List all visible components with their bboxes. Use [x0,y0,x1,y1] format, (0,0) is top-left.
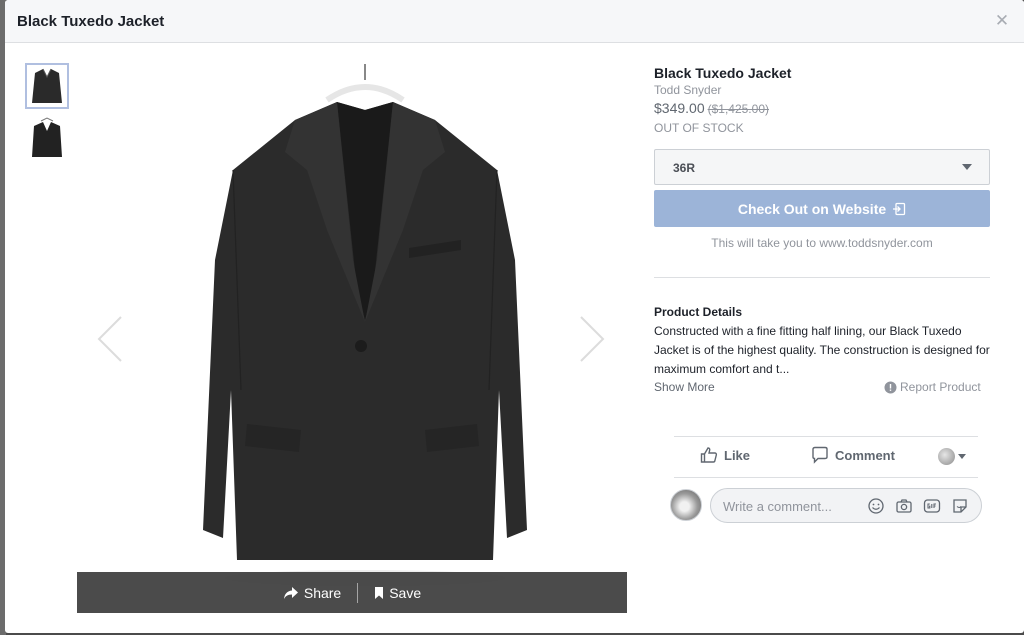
comment-button[interactable]: Comment [811,446,895,464]
size-selected-value: 36R [673,161,696,175]
report-product-link[interactable]: Report Product [884,380,981,394]
product-info-panel: Black Tuxedo Jacket Todd Snyder $349.00(… [654,0,992,633]
chevron-down-icon [962,164,972,170]
jacket-thumbnail-image [32,117,62,157]
image-action-bar: Share Save [77,572,627,613]
section-divider [654,277,990,278]
checkout-label: Check Out on Website [737,200,887,217]
thumbnail-1[interactable] [25,63,69,109]
price-row: $349.00 ($1,425.00) [654,100,769,116]
share-label: Share [303,584,342,601]
product-brand[interactable]: Todd Snyder [654,83,721,97]
avatar [670,489,702,521]
profile-selector[interactable] [938,448,966,465]
product-title: Black Tuxedo Jacket [654,65,792,81]
sticker-icon[interactable] [951,497,969,515]
external-link-icon [893,202,906,215]
camera-icon[interactable] [895,497,913,515]
comment-input[interactable] [723,497,863,515]
emoji-icon[interactable] [867,497,885,515]
gif-icon[interactable] [923,497,941,515]
chevron-right-icon[interactable] [577,314,607,364]
redirect-note: This will take you to www.toddsnyder.com [711,236,933,250]
modal-title: Black Tuxedo Jacket [17,13,165,30]
checkout-button[interactable]: Check Out on Website [654,190,990,227]
show-more-link[interactable]: Show More [654,380,715,394]
report-flag-icon [884,381,897,393]
comment-label: Comment [835,447,895,463]
chevron-down-icon [958,454,966,459]
avatar [938,448,955,465]
comment-bubble-icon [812,446,828,464]
share-button[interactable]: Share [267,585,357,601]
reaction-bar: Like Comment [674,436,978,478]
bookmark-icon [375,586,384,599]
save-button[interactable]: Save [358,585,437,601]
jacket-thumbnail-image [32,68,62,103]
comment-composer [710,488,982,523]
close-icon[interactable]: ✕ [993,12,1011,30]
product-modal: Black Tuxedo Jacket ✕ Share Save Black T… [5,0,1024,633]
report-label: Report Product [900,380,981,394]
product-image-area [77,52,629,614]
details-heading: Product Details [654,305,743,319]
size-dropdown[interactable]: 36R [654,149,990,185]
thumbnail-2[interactable] [25,115,69,161]
save-label: Save [389,584,422,601]
jacket-main-image [203,64,527,586]
thumbs-up-icon [700,447,718,463]
chevron-left-icon[interactable] [95,314,125,364]
original-price: ($1,425.00) [707,102,769,116]
share-arrow-icon [283,586,298,599]
current-price: $349.00 [654,100,705,116]
details-text: Constructed with a fine fitting half lin… [654,324,990,376]
stock-status: OUT OF STOCK [654,121,744,135]
like-button[interactable]: Like [700,446,750,464]
like-label: Like [724,447,751,463]
